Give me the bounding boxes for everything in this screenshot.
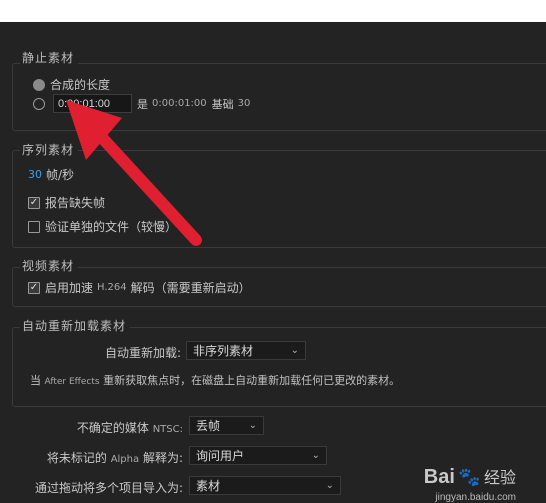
drag-import-label: 通过拖动将多个项目导入为: <box>34 481 183 495</box>
auto-reload-group <box>12 327 546 407</box>
auto-reload-select[interactable]: 非序列素材 ⌄ <box>186 341 306 360</box>
alpha-label: 将未标记的 Alpha 解释为: <box>47 449 183 466</box>
base-value: 30 <box>237 98 251 109</box>
paw-icon: 🐾 <box>458 467 481 487</box>
option-custom-duration: 是 0:00:01:00 基础 30 <box>33 94 250 113</box>
alpha-label-prefix: 将未标记的 <box>46 451 107 465</box>
top-blank-area <box>0 0 546 22</box>
verify-files-label: 验证单独的文件（较慢） <box>45 220 178 234</box>
watermark-url: jingyan.baidu.com <box>435 492 516 503</box>
hw-accel-codec: H.264 <box>97 282 127 293</box>
ntsc-label-prefix: 不确定的媒体 <box>76 421 149 435</box>
alpha-label-alpha: Alpha <box>110 454 140 465</box>
ntsc-label-ntsc: NTSC: <box>152 424 183 435</box>
verify-files-checkbox[interactable] <box>28 220 40 233</box>
chevron-down-icon: ⌄ <box>248 420 257 431</box>
alpha-value: 询问用户 <box>196 449 245 463</box>
is-value: 0:00:01:00 <box>152 98 207 109</box>
note-prefix: 当 <box>30 374 41 387</box>
ntsc-select[interactable]: 丢帧 ⌄ <box>189 416 264 435</box>
hw-accel-row[interactable]: ✓ 启用加速 H.264 解码（需要重新启动） <box>28 279 251 296</box>
hw-accel-prefix: 启用加速 <box>45 281 94 295</box>
baidu-watermark: Bai 🐾 经验 <box>424 464 516 489</box>
option-comp-length-label: 合成的长度 <box>50 78 111 92</box>
chevron-down-icon: ⌄ <box>290 345 299 356</box>
radio-comp-length[interactable] <box>33 78 45 91</box>
report-missing-label: 报告缺失帧 <box>45 196 106 210</box>
alpha-select[interactable]: 询问用户 ⌄ <box>189 446 327 465</box>
fps-unit: 帧/秒 <box>46 168 75 182</box>
chevron-down-icon: ⌄ <box>311 450 320 461</box>
auto-reload-note: 当 After Effects 重新获取焦点时，在磁盘上自动重新加载任何已更改的… <box>30 372 400 388</box>
still-footage-title: 静止素材 <box>20 51 79 65</box>
video-footage-title: 视频素材 <box>20 259 79 273</box>
chevron-down-icon: ⌄ <box>325 480 334 491</box>
hw-accel-suffix: 解码（需要重新启动） <box>130 281 251 295</box>
drag-import-select[interactable]: 素材 ⌄ <box>189 476 341 495</box>
note-suffix: 重新获取焦点时，在磁盘上自动重新加载任何已更改的素材。 <box>103 374 401 387</box>
verify-files-row[interactable]: 验证单独的文件（较慢） <box>28 218 177 235</box>
report-missing-checkbox[interactable]: ✓ <box>28 196 40 209</box>
base-label: 基础 <box>211 97 234 111</box>
auto-reload-title: 自动重新加载素材 <box>20 319 131 333</box>
report-missing-row[interactable]: ✓ 报告缺失帧 <box>28 194 105 211</box>
radio-custom-duration[interactable] <box>33 97 45 110</box>
option-comp-length[interactable]: 合成的长度 <box>33 76 110 93</box>
watermark-brand2: 经验 <box>483 470 516 487</box>
alpha-label-suffix: 解释为: <box>142 451 183 465</box>
ntsc-value: 丢帧 <box>196 419 221 433</box>
is-prefix: 是 <box>137 97 148 111</box>
drag-import-value: 素材 <box>196 479 221 493</box>
watermark-brand: Bai <box>423 466 455 488</box>
hw-accel-checkbox[interactable]: ✓ <box>28 281 40 294</box>
note-app: After Effects <box>44 377 100 387</box>
duration-input[interactable] <box>53 94 132 113</box>
fps-row: 30 帧/秒 <box>28 166 74 183</box>
ntsc-label: 不确定的媒体 NTSC: <box>77 419 183 436</box>
auto-reload-label: 自动重新加载: <box>104 346 181 360</box>
sequence-footage-title: 序列素材 <box>20 143 79 157</box>
auto-reload-value: 非序列素材 <box>193 344 254 358</box>
fps-value[interactable]: 30 <box>28 168 42 181</box>
